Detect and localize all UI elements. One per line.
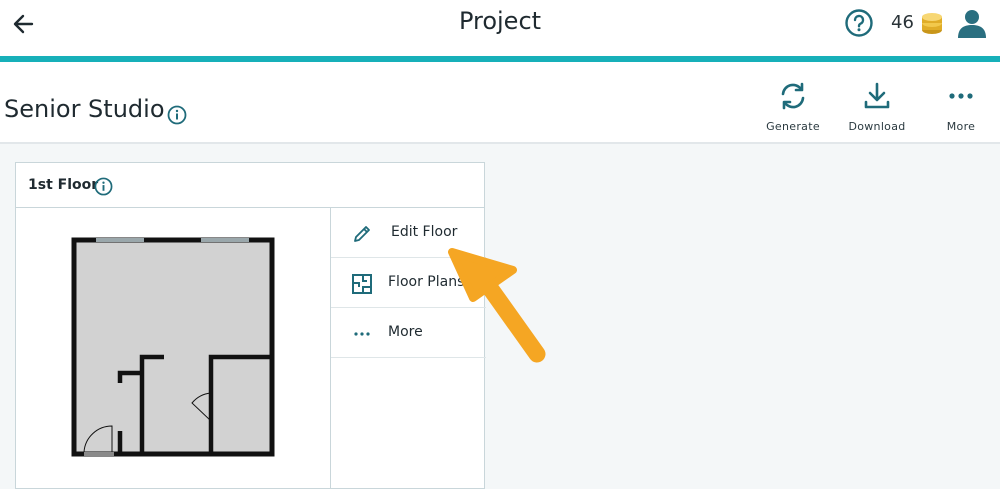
edit-floor-button[interactable]: Edit Floor: [331, 208, 486, 258]
floor-more-button[interactable]: More: [331, 308, 486, 358]
top-bar: Project 46: [0, 0, 1000, 56]
more-label: More: [946, 120, 976, 133]
edit-floor-label: Edit Floor: [391, 224, 458, 240]
more-button[interactable]: More: [921, 80, 1000, 136]
info-icon[interactable]: [167, 105, 187, 125]
floor-plan-thumbnail[interactable]: [36, 223, 316, 473]
floor-title: 1st Floor: [28, 177, 99, 193]
project-name: Senior Studio: [4, 95, 165, 123]
floor-plans-label: Floor Plans: [388, 274, 465, 290]
download-icon: [864, 82, 890, 109]
project-header: Senior Studio Generate Download More: [0, 62, 1000, 144]
floor-card: 1st Floor Edit Floor Floor Plans More: [15, 162, 486, 489]
download-button[interactable]: Download: [837, 80, 917, 136]
floor-card-header: 1st Floor: [16, 163, 484, 208]
more-horizontal-icon: [949, 93, 973, 99]
refresh-icon: [781, 82, 805, 110]
user-icon[interactable]: [956, 8, 988, 38]
floor-plans-button[interactable]: Floor Plans: [331, 258, 486, 308]
coin-count: 46: [891, 12, 914, 33]
pencil-icon: [354, 226, 370, 242]
floor-plan-icon: [352, 274, 372, 294]
generate-label: Generate: [766, 120, 820, 133]
more-horizontal-icon: [354, 332, 370, 336]
info-icon[interactable]: [94, 177, 113, 196]
floor-menu: Edit Floor Floor Plans More: [330, 208, 486, 488]
generate-button[interactable]: Generate: [753, 80, 833, 136]
download-label: Download: [848, 120, 906, 133]
back-arrow-icon[interactable]: [10, 10, 38, 38]
floor-more-label: More: [388, 324, 423, 340]
coin-stack-icon: [922, 13, 942, 34]
help-icon[interactable]: [844, 8, 874, 38]
